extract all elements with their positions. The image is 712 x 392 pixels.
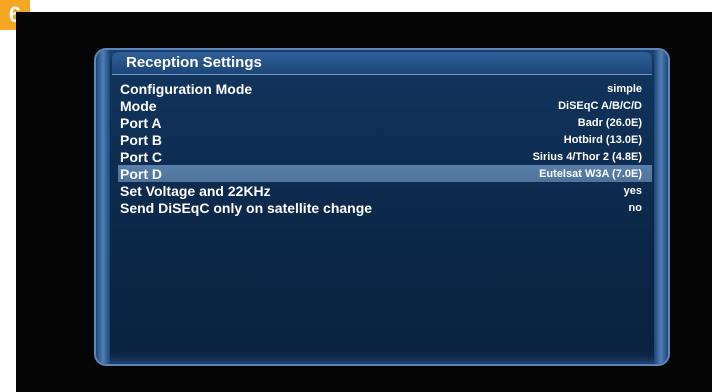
setting-value: Sirius 4/Thor 2 (4.8E) [532,150,642,163]
setting-label: Send DiSEqC only on satellite change [120,199,373,216]
panel-right-pillar [654,50,668,364]
setting-row-port-a[interactable]: Port A Badr (26.0E) [118,114,652,131]
reception-settings-panel: Reception Settings Configuration Mode si… [94,48,670,366]
setting-label: Port C [120,148,162,165]
setting-label: Port B [120,131,162,148]
setting-row-port-b[interactable]: Port B Hotbird (13.0E) [118,131,652,148]
settings-list: Configuration Mode simple Mode DiSEqC A/… [118,80,652,216]
setting-value: no [628,201,642,214]
setting-label: Set Voltage and 22KHz [120,182,271,199]
panel-left-pillar [96,50,110,364]
setting-value: simple [607,82,642,95]
setting-row-send-diseqc[interactable]: Send DiSEqC only on satellite change no [118,199,652,216]
setting-value: Eutelsat W3A (7.0E) [539,167,642,180]
setting-value: DiSEqC A/B/C/D [558,99,642,112]
setting-row-port-c[interactable]: Port C Sirius 4/Thor 2 (4.8E) [118,148,652,165]
title-bar: Reception Settings [112,52,652,75]
setting-value: yes [623,184,642,197]
setting-label: Port D [120,165,162,182]
window-title: Reception Settings [126,54,262,71]
setting-row-port-d[interactable]: Port D Eutelsat W3A (7.0E) [118,165,652,182]
setting-row-set-voltage[interactable]: Set Voltage and 22KHz yes [118,182,652,199]
setting-value: Hotbird (13.0E) [563,133,642,146]
setting-label: Port A [120,114,162,131]
tv-screen: Reception Settings Configuration Mode si… [16,12,712,392]
setting-label: Configuration Mode [120,80,253,97]
setting-row-configuration-mode[interactable]: Configuration Mode simple [118,80,652,97]
setting-value: Badr (26.0E) [577,116,642,129]
setting-row-mode[interactable]: Mode DiSEqC A/B/C/D [118,97,652,114]
setting-label: Mode [120,97,157,114]
